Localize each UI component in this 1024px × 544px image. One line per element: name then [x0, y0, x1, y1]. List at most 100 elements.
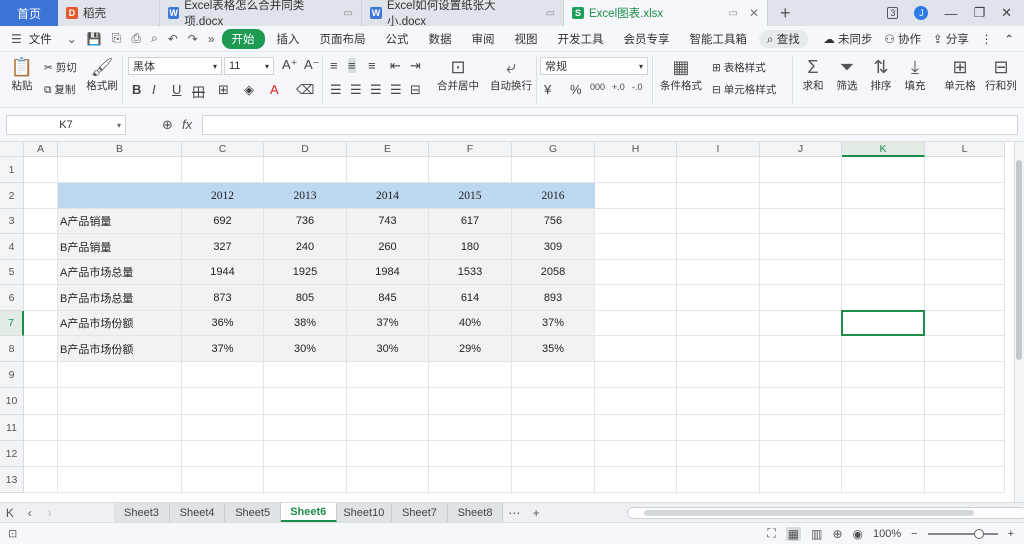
data-cell[interactable]: 743: [347, 209, 429, 234]
next-sheet-icon[interactable]: ›: [40, 503, 60, 522]
grid-cell[interactable]: [595, 441, 677, 467]
year-header-cell[interactable]: 2014: [347, 183, 429, 209]
merge-center-button[interactable]: ⊡ 合并居中: [432, 56, 484, 93]
grid-cell[interactable]: [595, 183, 677, 209]
menu-data[interactable]: 数据: [421, 31, 460, 47]
collab-button[interactable]: ⚇ 协作: [885, 31, 922, 47]
horizontal-scrollbar[interactable]: [627, 503, 1024, 522]
grid-cell[interactable]: [347, 415, 429, 441]
menu-review[interactable]: 审阅: [464, 31, 503, 47]
close-icon[interactable]: ✕: [749, 6, 759, 20]
grid-cell[interactable]: [58, 415, 182, 441]
row-label-cell[interactable]: A产品市场份额: [58, 311, 182, 336]
cells-button[interactable]: ⊞ 单元格: [940, 56, 980, 93]
page-break-view-icon[interactable]: ⊕: [832, 527, 842, 541]
grid-cell[interactable]: [429, 441, 512, 467]
undo-icon[interactable]: ↶: [165, 32, 181, 46]
fullscreen-icon[interactable]: ⛶: [767, 526, 775, 541]
font-size-select[interactable]: 11 ▾: [224, 57, 274, 75]
grid-cell[interactable]: [842, 441, 925, 467]
year-header-cell[interactable]: 2015: [429, 183, 512, 209]
grid-cell[interactable]: [677, 260, 760, 285]
grid-cell[interactable]: [842, 260, 925, 285]
grid-cell[interactable]: [760, 415, 842, 441]
data-cell[interactable]: 1925: [264, 260, 347, 285]
grid-cell[interactable]: [24, 362, 58, 388]
row-header-9[interactable]: 9: [0, 362, 24, 388]
grid-cell[interactable]: [512, 415, 595, 441]
font-shrink-icon[interactable]: A⁻: [304, 57, 320, 73]
grid-cell[interactable]: [595, 362, 677, 388]
grid-cell[interactable]: [677, 388, 760, 415]
column-header-d[interactable]: D: [264, 142, 347, 157]
grid-cell[interactable]: [760, 441, 842, 467]
sort-button[interactable]: ⇅ 排序: [866, 56, 896, 93]
grid-cell[interactable]: [264, 441, 347, 467]
column-header-e[interactable]: E: [347, 142, 429, 157]
save-icon[interactable]: 💾: [84, 32, 105, 46]
grid-cell[interactable]: [429, 362, 512, 388]
data-cell[interactable]: 736: [264, 209, 347, 234]
grid-cell[interactable]: [677, 183, 760, 209]
data-cell[interactable]: 1533: [429, 260, 512, 285]
row-label-cell[interactable]: A产品销量: [58, 209, 182, 234]
grid-cell[interactable]: [58, 157, 182, 183]
grid-cell[interactable]: [677, 157, 760, 183]
print-icon[interactable]: ⎙: [128, 31, 144, 46]
grid-cell[interactable]: [595, 388, 677, 415]
zoom-in-button[interactable]: +: [1008, 528, 1014, 540]
row-label-cell[interactable]: B产品销量: [58, 234, 182, 260]
grid-cell[interactable]: [677, 415, 760, 441]
avatar[interactable]: J: [914, 6, 929, 20]
column-header-a[interactable]: A: [24, 142, 58, 157]
grid-cell[interactable]: [512, 388, 595, 415]
data-cell[interactable]: 30%: [264, 336, 347, 362]
tab-doc-paper[interactable]: W Excel如何设置纸张大小.docx ▭: [362, 0, 564, 28]
grid-cell[interactable]: [595, 311, 677, 336]
row-label-cell[interactable]: B产品市场总量: [58, 285, 182, 311]
grid-cell[interactable]: [925, 336, 1005, 362]
grid-cell[interactable]: [677, 209, 760, 234]
data-cell[interactable]: 260: [347, 234, 429, 260]
cell-style-button[interactable]: ⊟ 单元格样式: [712, 82, 776, 97]
grid-cell[interactable]: [182, 157, 264, 183]
rows-cols-button[interactable]: ⊟ 行和列: [984, 56, 1018, 93]
page-layout-view-icon[interactable]: ▥: [811, 527, 822, 541]
home-tab[interactable]: 首页: [0, 0, 58, 26]
vertical-scrollbar[interactable]: [1014, 142, 1024, 502]
menu-smart-toolbox[interactable]: 智能工具箱: [682, 31, 756, 47]
grid-cell[interactable]: [760, 285, 842, 311]
grid-cell[interactable]: [595, 415, 677, 441]
data-cell[interactable]: 309: [512, 234, 595, 260]
data-cell[interactable]: 40%: [429, 311, 512, 336]
data-cell[interactable]: 756: [512, 209, 595, 234]
menu-start[interactable]: 开始: [221, 28, 265, 49]
zoom-search-icon[interactable]: ⊕: [162, 117, 173, 133]
copy-button[interactable]: ⧉ 复制: [44, 82, 75, 97]
row-header-1[interactable]: 1: [0, 157, 24, 183]
grid-cell[interactable]: [760, 157, 842, 183]
justify-icon[interactable]: ☰: [390, 82, 402, 98]
font-grow-icon[interactable]: A⁺: [282, 57, 298, 73]
formula-input[interactable]: [202, 115, 1018, 135]
column-header-l[interactable]: L: [925, 142, 1005, 157]
grid-cell[interactable]: [842, 234, 925, 260]
fx-icon[interactable]: fx: [182, 117, 192, 132]
table-style-button[interactable]: ⊞ 表格样式: [712, 60, 766, 75]
close-window-icon[interactable]: ✕: [1001, 5, 1012, 21]
grid-cell[interactable]: [925, 362, 1005, 388]
grid-cell[interactable]: [925, 183, 1005, 209]
grid-cell[interactable]: [595, 209, 677, 234]
grid-cell[interactable]: [24, 388, 58, 415]
sync-button[interactable]: ☁ 未同步: [823, 31, 872, 47]
zoom-out-button[interactable]: −: [911, 528, 917, 540]
grid-cell[interactable]: [677, 285, 760, 311]
column-header-i[interactable]: I: [677, 142, 760, 157]
fill-color-icon[interactable]: ◈: [244, 82, 254, 98]
window-count-icon[interactable]: 3: [887, 7, 899, 19]
grid-cell[interactable]: [925, 260, 1005, 285]
grid-cell[interactable]: [760, 260, 842, 285]
distribute-icon[interactable]: ⊟: [410, 82, 421, 98]
grid-cell[interactable]: [264, 362, 347, 388]
menu-formula[interactable]: 公式: [378, 31, 417, 47]
